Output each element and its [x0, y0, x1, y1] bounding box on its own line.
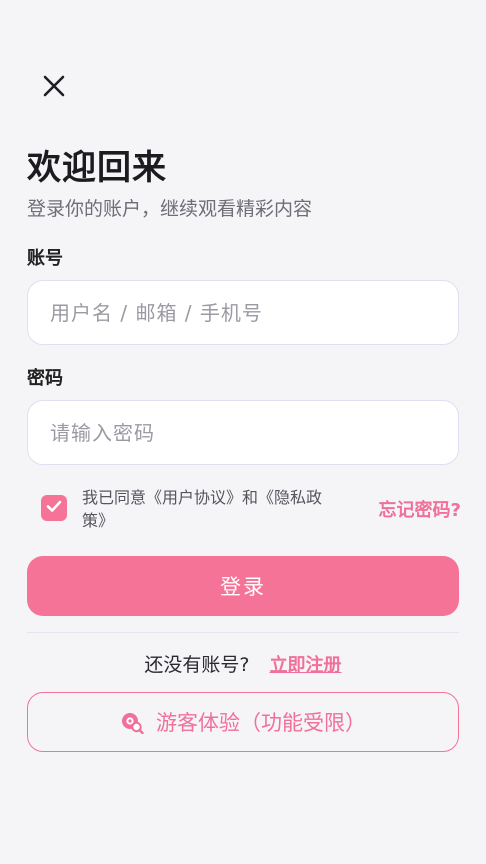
agreement-checkbox[interactable]: [41, 495, 67, 521]
close-icon: [42, 74, 66, 102]
search-eye-icon: [120, 710, 144, 734]
register-link[interactable]: 立即注册: [270, 655, 342, 676]
register-row: 还没有账号? 立即注册: [0, 650, 486, 677]
check-icon: [45, 497, 63, 519]
guest-mode-button[interactable]: 游客体验（功能受限）: [27, 692, 459, 752]
login-button[interactable]: 登录: [27, 556, 459, 616]
page-subtitle: 登录你的账户，继续观看精彩内容: [27, 198, 313, 220]
close-button[interactable]: [36, 70, 72, 106]
account-label: 账号: [27, 248, 63, 269]
register-prompt: 还没有账号?: [144, 654, 250, 676]
account-input[interactable]: [27, 280, 459, 345]
guest-mode-label: 游客体验（功能受限）: [156, 711, 366, 735]
forgot-password-link[interactable]: 忘记密码?: [379, 496, 461, 522]
password-input[interactable]: [27, 400, 459, 465]
divider: [27, 632, 459, 633]
agreement-text: 我已同意《用户协议》和《隐私政策》: [82, 488, 323, 530]
password-label: 密码: [27, 368, 63, 389]
page-title: 欢迎回来: [27, 148, 167, 188]
